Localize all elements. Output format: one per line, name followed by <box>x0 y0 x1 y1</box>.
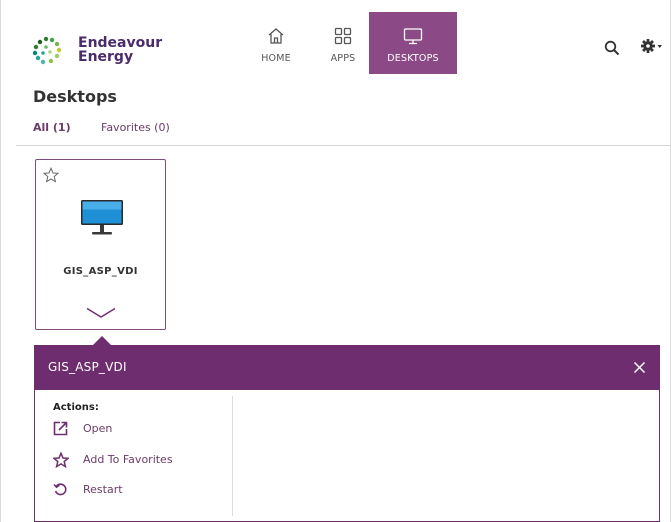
star-icon <box>53 452 69 468</box>
search-icon[interactable] <box>604 40 620 56</box>
desktop-tile-name: GIS_ASP_VDI <box>63 266 138 277</box>
open-external-icon <box>53 421 68 436</box>
divider <box>16 145 671 146</box>
nav-desktops-label: DESKTOPS <box>387 53 439 64</box>
actions-label: Actions: <box>53 402 99 413</box>
apps-grid-icon <box>334 27 352 45</box>
brand-line1: Endeavour <box>78 35 163 51</box>
gear-icon[interactable] <box>641 38 663 54</box>
restart-icon <box>53 483 67 496</box>
close-icon[interactable] <box>633 361 646 374</box>
panel-pointer <box>93 336 111 345</box>
action-open[interactable]: Open <box>53 419 223 439</box>
panel-divider <box>232 396 233 516</box>
nav-desktops[interactable]: DESKTOPS <box>369 12 457 74</box>
page-title: Desktops <box>33 87 117 106</box>
tab-all[interactable]: All (1) <box>33 121 71 134</box>
action-open-label: Open <box>83 422 113 435</box>
logo-dots-icon <box>32 36 62 65</box>
action-add-to-favorites-label: Add To Favorites <box>83 453 173 466</box>
home-icon <box>268 28 284 44</box>
monitor-icon <box>81 200 123 235</box>
chevron-down-icon[interactable] <box>86 307 116 319</box>
desktop-icon <box>403 28 423 45</box>
brand-line2: Energy <box>78 49 134 65</box>
desktop-tile[interactable]: GIS_ASP_VDI <box>35 159 166 330</box>
action-restart[interactable]: Restart <box>53 480 223 500</box>
details-panel-header: GIS_ASP_VDI <box>34 345 660 390</box>
star-icon[interactable] <box>43 167 59 183</box>
brand-logo[interactable]: Endeavour Energy <box>30 36 190 76</box>
brand-name: Endeavour Energy <box>78 36 162 64</box>
action-add-to-favorites[interactable]: Add To Favorites <box>53 450 223 470</box>
top-bar: Endeavour Energy HOME APPS DESKTOPS <box>16 12 671 76</box>
tab-favorites[interactable]: Favorites (0) <box>101 121 170 134</box>
details-panel-title: GIS_ASP_VDI <box>48 360 127 374</box>
action-restart-label: Restart <box>83 483 123 496</box>
